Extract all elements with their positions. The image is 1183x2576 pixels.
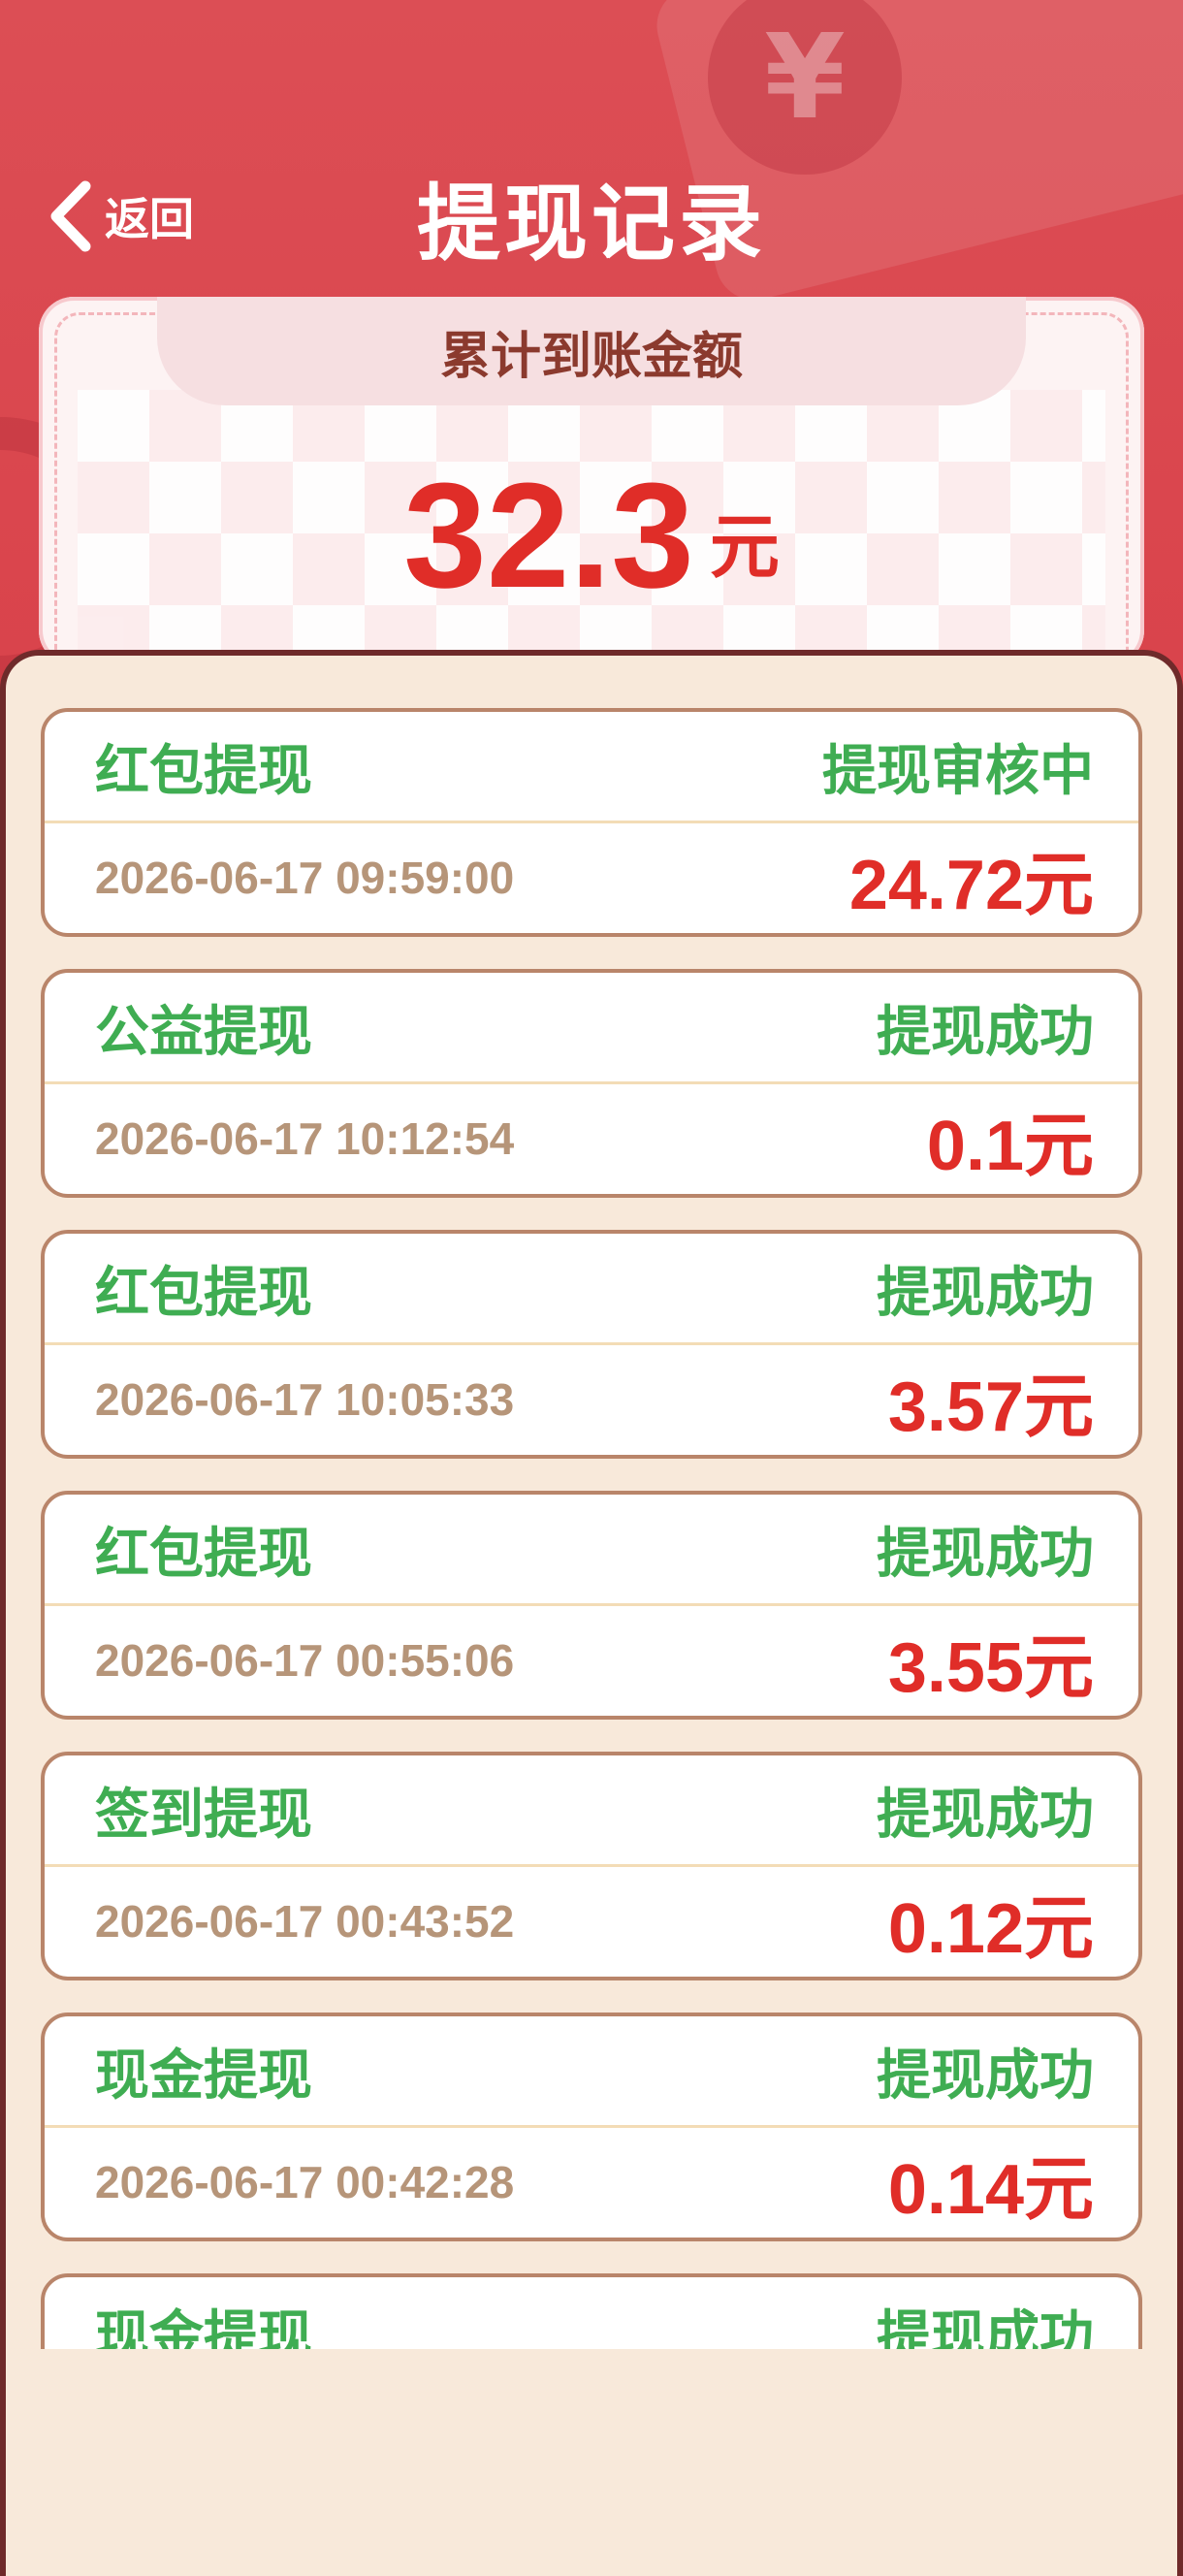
record-card[interactable]: 签到提现 提现成功 2026-06-17 00:43:52 0.12元	[41, 1752, 1142, 1980]
record-type: 红包提现	[95, 1261, 312, 1325]
record-time: 2026-06-17 00:55:06	[95, 1635, 515, 1686]
total-amount-row: 32.3 元	[39, 458, 1144, 613]
record-card[interactable]: 公益提现 提现成功 2026-06-17 10:12:54 0.1元	[41, 969, 1142, 1198]
record-status: 提现成功	[877, 1000, 1094, 1064]
record-amount: 0.14元	[887, 2150, 1094, 2229]
record-status: 提现审核中	[822, 739, 1094, 803]
record-status: 提现成功	[877, 1522, 1094, 1586]
record-status: 提现成功	[877, 1261, 1094, 1325]
total-amount: 32.3	[403, 452, 694, 619]
record-status: 提现成功	[877, 2304, 1094, 2350]
withdrawal-record-list[interactable]: 红包提现 提现审核中 2026-06-17 09:59:00 24.72元 公益…	[0, 685, 1183, 2349]
record-card[interactable]: 现金提现 提现成功 2026-06-17 00:42:28 0.14元	[41, 2012, 1142, 2241]
record-time: 2026-06-17 00:42:28	[95, 2157, 515, 2207]
record-status: 提现成功	[877, 1783, 1094, 1847]
total-label-pill: 累计到账金额	[157, 297, 1026, 405]
record-card[interactable]: 现金提现 提现成功	[41, 2273, 1142, 2349]
record-amount: 0.12元	[887, 1889, 1094, 1968]
record-type: 现金提现	[95, 2044, 312, 2108]
record-status: 提现成功	[877, 2044, 1094, 2108]
record-card[interactable]: 红包提现 提现成功 2026-06-17 10:05:33 3.57元	[41, 1230, 1142, 1459]
record-amount: 24.72元	[848, 846, 1094, 924]
record-type: 现金提现	[95, 2304, 312, 2350]
record-time: 2026-06-17 09:59:00	[95, 853, 515, 903]
total-label: 累计到账金额	[439, 327, 743, 386]
page-title: 提现记录	[417, 176, 766, 273]
record-amount: 3.55元	[887, 1628, 1094, 1707]
total-received-card: 累计到账金额 32.3 元	[39, 297, 1144, 665]
record-card[interactable]: 红包提现 提现审核中 2026-06-17 09:59:00 24.72元	[41, 708, 1142, 937]
record-type: 签到提现	[95, 1783, 312, 1847]
record-type: 红包提现	[95, 1522, 312, 1586]
record-time: 2026-06-17 10:05:33	[95, 1374, 515, 1425]
record-type: 红包提现	[95, 739, 312, 803]
record-amount: 0.1元	[926, 1107, 1094, 1185]
record-card[interactable]: 红包提现 提现成功 2026-06-17 00:55:06 3.55元	[41, 1491, 1142, 1720]
record-time: 2026-06-17 10:12:54	[95, 1113, 515, 1164]
total-amount-unit: 元	[709, 506, 780, 588]
record-type: 公益提现	[95, 1000, 312, 1064]
record-amount: 3.57元	[887, 1368, 1094, 1446]
record-time: 2026-06-17 00:43:52	[95, 1896, 515, 1947]
